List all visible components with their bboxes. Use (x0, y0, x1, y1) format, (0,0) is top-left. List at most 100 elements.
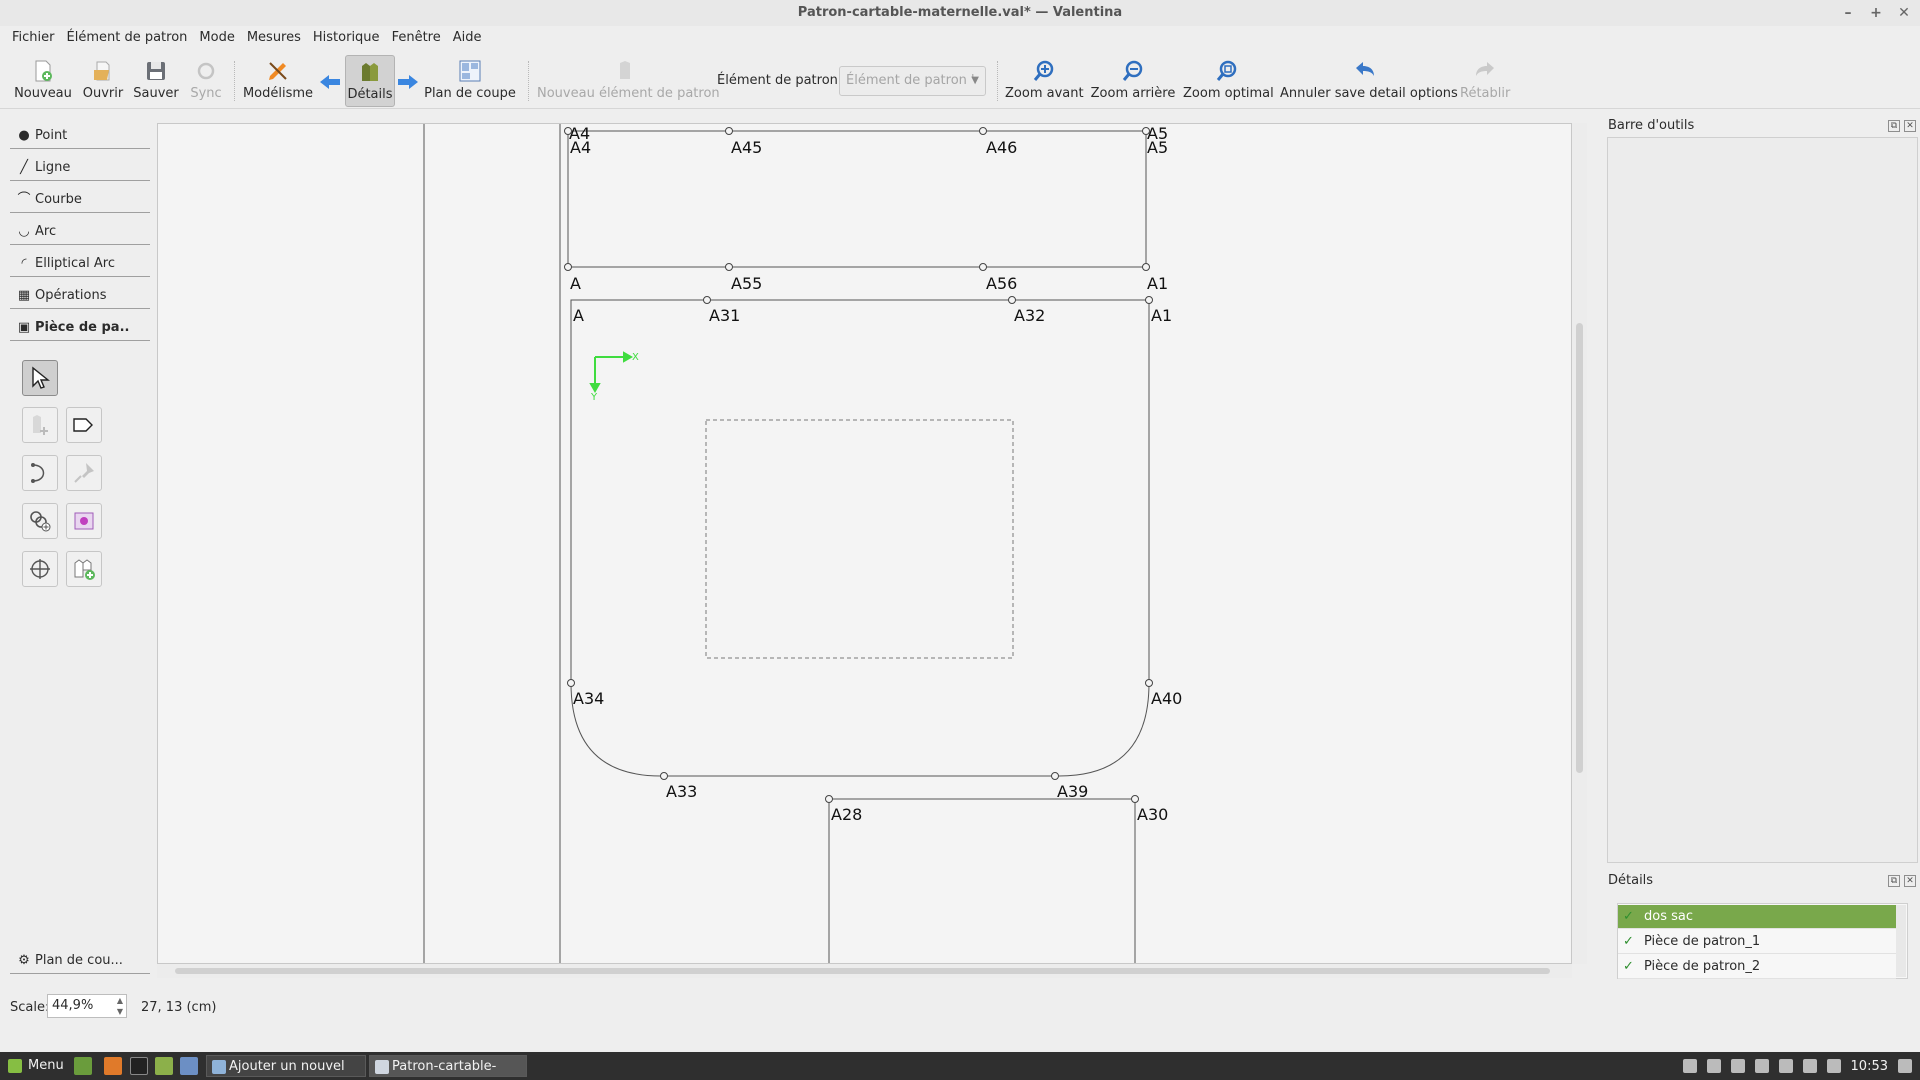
new-detail-tool-button[interactable] (22, 407, 58, 443)
firefox-icon[interactable] (104, 1057, 122, 1075)
point-label: A (573, 306, 584, 325)
cloud-icon[interactable] (1778, 1059, 1793, 1073)
menu-fenetre[interactable]: Fenêtre (386, 27, 447, 49)
insert-node-tool-button[interactable] (22, 503, 58, 539)
bluetooth-icon[interactable] (1826, 1059, 1841, 1073)
battery-icon[interactable] (1754, 1059, 1769, 1073)
tab-operations[interactable]: ▦ Opérations (10, 283, 150, 309)
window-title-bar: Patron-cartable-maternelle.val* — Valent… (0, 0, 1920, 26)
zoom-fit-button[interactable]: Zoom optimal (1183, 55, 1274, 107)
horizontal-scrollbar[interactable] (157, 964, 1572, 978)
open-folder-icon (94, 61, 110, 81)
arrow-right-icon[interactable] (396, 73, 420, 91)
tab-elliptical-arc[interactable]: ◜ Elliptical Arc (10, 251, 150, 277)
menu-mode[interactable]: Mode (193, 27, 240, 49)
union-tool-button[interactable] (66, 407, 102, 443)
redo-button[interactable]: Rétablir (1460, 55, 1510, 107)
wifi-icon[interactable] (1706, 1059, 1721, 1073)
new-button[interactable]: Nouveau (12, 55, 74, 107)
show-desktop-icon[interactable] (74, 1057, 92, 1075)
piece-selector[interactable]: Élément de patron ' ▼ (839, 66, 986, 96)
vertical-scrollbar[interactable] (1572, 123, 1587, 964)
start-menu-button[interactable]: Menu (6, 1055, 64, 1077)
mint-logo-icon (8, 1059, 22, 1073)
check-icon[interactable]: ✓ (1623, 930, 1634, 954)
toolbar-separator (997, 61, 998, 101)
open-button[interactable]: Ouvrir (80, 55, 126, 107)
tab-piece-de-patron[interactable]: ▣ Pièce de pa.. (10, 315, 150, 341)
browser-icon[interactable] (180, 1057, 198, 1075)
scroll-thumb[interactable] (1576, 323, 1583, 773)
taskbar-window-browser[interactable]: Ajouter un nouvel ar... (206, 1055, 366, 1077)
details-scrollbar[interactable] (1896, 905, 1906, 977)
close-panel-icon[interactable]: ✕ (1904, 875, 1916, 887)
volume-icon[interactable] (1730, 1059, 1745, 1073)
arrow-left-icon[interactable] (318, 73, 342, 91)
pattern-piece-bottom[interactable] (828, 798, 1136, 964)
duplicate-piece-tool-button[interactable] (66, 551, 102, 587)
detail-row[interactable]: ✓ Pièce de patron_2 (1618, 955, 1896, 979)
drawing-canvas[interactable]: A4 A5 A4 A45 A46 A5 A A55 A56 A1 A A31 A… (157, 123, 1572, 964)
point-label: A (570, 274, 581, 293)
line-icon: ╱ (20, 160, 28, 175)
spin-arrows-icon[interactable]: ▲ ▼ (117, 995, 123, 1017)
export-tool-button[interactable] (66, 503, 102, 539)
sync-button[interactable]: Sync (188, 55, 224, 107)
float-panel-icon[interactable]: ⧉ (1888, 120, 1900, 132)
scale-spinbox[interactable]: 44,9% ▲ ▼ (47, 994, 127, 1018)
check-icon[interactable]: ✓ (1623, 955, 1634, 979)
union-shape-icon (73, 418, 93, 432)
taskbar-window-valentina[interactable]: Patron-cartable-mat... (369, 1055, 527, 1077)
detail-row[interactable]: ✓ dos sac (1618, 905, 1896, 929)
layout-settings-icon: ⚙ (18, 953, 30, 968)
check-icon[interactable]: ✓ (1623, 905, 1634, 929)
layout-button[interactable]: Plan de coupe (424, 55, 516, 107)
zoom-out-button[interactable]: Zoom arrière (1090, 55, 1176, 107)
detail-row[interactable]: ✓ Pièce de patron_1 (1618, 930, 1896, 954)
crosshair-tool-button[interactable] (22, 551, 58, 587)
close-button[interactable]: ✕ (1896, 0, 1912, 26)
notifications-icon[interactable] (1898, 1059, 1912, 1073)
menu-aide[interactable]: Aide (447, 27, 488, 49)
shield-icon[interactable] (1802, 1059, 1817, 1073)
menu-mesures[interactable]: Mesures (241, 27, 307, 49)
zoom-in-button[interactable]: Zoom avant (1005, 55, 1084, 107)
details-button[interactable]: Détails (345, 55, 395, 107)
menu-element-de-patron[interactable]: Élément de patron (61, 27, 194, 49)
point-label: A40 (1151, 689, 1183, 708)
operations-icon: ▦ (17, 288, 31, 303)
menu-fichier[interactable]: Fichier (6, 27, 61, 49)
tab-courbe[interactable]: ⌒ Courbe (10, 187, 150, 213)
path-curve-icon (31, 463, 45, 483)
pattern-piece-top[interactable] (567, 130, 1147, 268)
pin-tool-button[interactable] (66, 455, 102, 491)
modelisme-button[interactable]: Modélisme (242, 55, 314, 107)
user-icon[interactable] (1682, 1059, 1697, 1073)
zoom-fit-icon (1216, 60, 1237, 81)
path-tool-button[interactable] (22, 455, 58, 491)
scroll-thumb[interactable] (175, 968, 1550, 974)
terminal-icon[interactable] (130, 1057, 148, 1075)
pattern-piece-dos-sac[interactable] (570, 299, 1150, 777)
point-label: A1 (1147, 274, 1169, 293)
files-icon[interactable] (155, 1057, 173, 1075)
new-piece-button[interactable]: Nouveau élément de patron (537, 55, 720, 107)
maximize-button[interactable]: + (1868, 0, 1884, 26)
menu-historique[interactable]: Historique (307, 27, 386, 49)
pointer-tool-button[interactable] (22, 360, 58, 396)
minimize-button[interactable]: – (1840, 0, 1856, 26)
new-file-icon (35, 60, 52, 82)
save-button[interactable]: Sauver (132, 55, 180, 107)
close-panel-icon[interactable]: ✕ (1904, 120, 1916, 132)
undo-button[interactable]: Annuler save detail options (1280, 55, 1458, 107)
tab-arc[interactable]: ◡ Arc (10, 219, 150, 245)
cursor-coordinates: 27, 13 (cm) (141, 1000, 217, 1015)
tab-point[interactable]: ● Point (10, 123, 150, 149)
tab-ligne[interactable]: ╱ Ligne (10, 155, 150, 181)
float-panel-icon[interactable]: ⧉ (1888, 875, 1900, 887)
link-add-icon (30, 511, 51, 532)
clock[interactable]: 10:53 (1851, 1059, 1888, 1074)
toolbar-separator (528, 61, 529, 101)
new-piece-icon (620, 61, 630, 79)
tab-plan-de-coupe[interactable]: ⚙ Plan de cou... (10, 948, 150, 974)
